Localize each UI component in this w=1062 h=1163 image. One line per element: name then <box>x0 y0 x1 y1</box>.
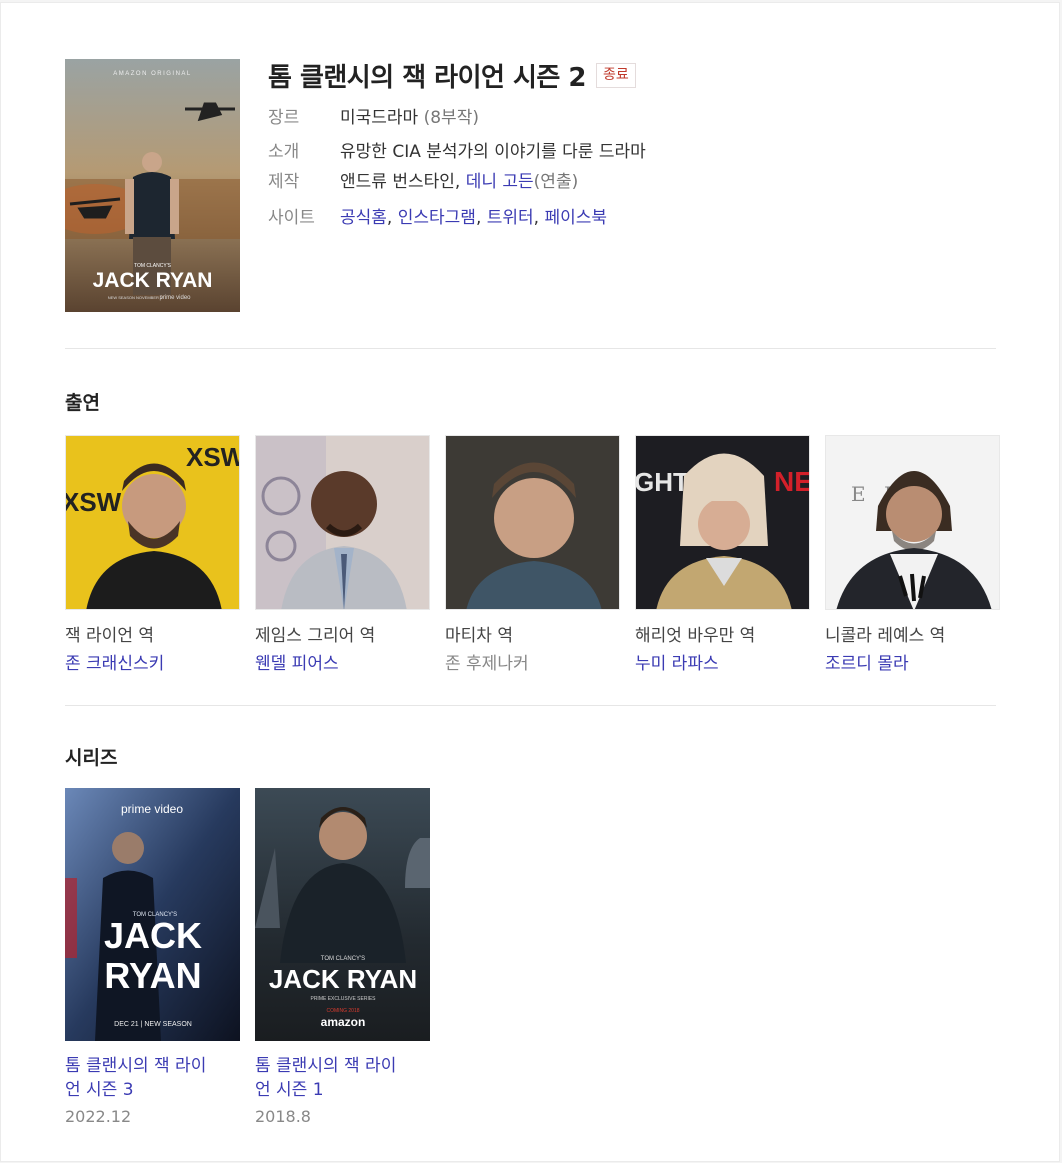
main-poster[interactable]: AMAZON ORIGINAL TOM CLANCY'S JACK RYAN N… <box>65 59 240 312</box>
svg-text:JACK RYAN: JACK RYAN <box>269 964 417 994</box>
series-title-link[interactable]: 톰 클랜시의 잭 라이 언 시즌 1 <box>255 1054 430 1102</box>
title-row: 톰 클랜시의 잭 라이언 시즌 2 종료 <box>268 57 636 94</box>
cast-actor-name: 존 후제나커 <box>445 654 529 674</box>
svg-text:prime video: prime video <box>159 295 191 301</box>
info-list: 장르 미국드라마 (8부작) 소개 유망한 CIA 분석가의 이야기를 다룬 드… <box>268 107 646 241</box>
director-link[interactable]: 데니 고든 <box>466 172 534 192</box>
site-label: 사이트 <box>268 208 315 228</box>
cast-actor-link[interactable]: 존 크래신스키 <box>65 652 240 676</box>
series-date: 2018.8 <box>255 1107 311 1126</box>
series-date: 2022.12 <box>65 1107 132 1126</box>
cast-role: 제임스 그리어 역 <box>255 626 376 646</box>
page-title: 톰 클랜시의 잭 라이언 시즌 2 <box>268 63 586 93</box>
cast-photo[interactable]: GHT NET <box>635 435 810 610</box>
facebook-link[interactable]: 페이스북 <box>544 208 607 228</box>
svg-text:AMAZON ORIGINAL: AMAZON ORIGINAL <box>113 71 192 77</box>
cast-actor-link[interactable]: 누미 라파스 <box>635 652 810 676</box>
status-badge: 종료 <box>595 63 636 88</box>
production-row: 제작 앤드류 번스타인, 데니 고든(연출) <box>268 171 646 207</box>
svg-text:NET: NET <box>774 466 810 497</box>
official-site-link[interactable]: 공식홈 <box>340 208 387 228</box>
svg-text:GHT: GHT <box>636 467 689 497</box>
cast-photo[interactable]: E R E <box>825 435 1000 610</box>
cast-item[interactable]: 제임스 그리어 역 웬델 피어스 <box>255 435 430 676</box>
svg-text:RYAN: RYAN <box>104 955 201 996</box>
series-poster[interactable]: prime video TOM CLANCY'S JACK RYAN DEC 2… <box>65 788 240 1041</box>
series-poster[interactable]: TOM CLANCY'S JACK RYAN PRIME EXCLUSIVE S… <box>255 788 430 1041</box>
cast-photo[interactable] <box>255 435 430 610</box>
svg-text:XSW: XSW <box>66 487 122 517</box>
svg-text:prime video: prime video <box>121 802 183 816</box>
svg-text:PRIME EXCLUSIVE SERIES: PRIME EXCLUSIVE SERIES <box>310 996 376 1002</box>
svg-text:DEC 21 | NEW SEASON: DEC 21 | NEW SEASON <box>114 1021 192 1028</box>
instagram-link[interactable]: 인스타그램 <box>398 208 476 228</box>
producer-name: 앤드류 번스타인 <box>340 172 455 192</box>
svg-text:NEW SEASON NOVEMBER 1: NEW SEASON NOVEMBER 1 <box>108 295 163 300</box>
site-links: 공식홈, 인스타그램, 트위터, 페이스북 <box>340 208 608 228</box>
production-value: 앤드류 번스타인, 데니 고든(연출) <box>340 172 579 192</box>
genre-row: 장르 미국드라마 (8부작) <box>268 107 646 141</box>
twitter-link[interactable]: 트위터 <box>487 208 534 228</box>
svg-text:amazon: amazon <box>321 1015 366 1029</box>
cast-photo[interactable]: XSW XSW <box>65 435 240 610</box>
cast-role: 잭 라이언 역 <box>65 626 155 646</box>
cast-role: 니콜라 레예스 역 <box>825 626 946 646</box>
intro-row: 소개 유망한 CIA 분석가의 이야기를 다룬 드라마 <box>268 141 646 175</box>
site-row: 사이트 공식홈, 인스타그램, 트위터, 페이스북 <box>268 207 646 241</box>
svg-text:JACK: JACK <box>104 915 202 956</box>
series-title-link[interactable]: 톰 클랜시의 잭 라이 언 시즌 3 <box>65 1054 240 1102</box>
svg-text:TOM CLANCY'S: TOM CLANCY'S <box>321 956 365 962</box>
cast-actor-link[interactable]: 웬델 피어스 <box>255 652 430 676</box>
cast-photo[interactable] <box>445 435 620 610</box>
cast-item[interactable]: 마티차 역 존 후제나커 <box>445 435 620 676</box>
genre-label: 장르 <box>268 108 300 128</box>
divider <box>65 348 996 349</box>
cast-item[interactable]: GHT NET 해리엇 바우만 역 누미 라파스 <box>635 435 810 676</box>
intro-value: 유망한 CIA 분석가의 이야기를 다룬 드라마 <box>340 142 646 162</box>
svg-text:COMING 2018: COMING 2018 <box>326 1008 359 1014</box>
series-list: prime video TOM CLANCY'S JACK RYAN DEC 2… <box>65 788 430 1126</box>
intro-label: 소개 <box>268 142 300 162</box>
production-label: 제작 <box>268 172 300 192</box>
series-item[interactable]: prime video TOM CLANCY'S JACK RYAN DEC 2… <box>65 788 240 1126</box>
cast-item[interactable]: XSW XSW 잭 라이언 역 존 크래신스키 <box>65 435 240 676</box>
divider <box>65 705 996 706</box>
series-item[interactable]: TOM CLANCY'S JACK RYAN PRIME EXCLUSIVE S… <box>255 788 430 1126</box>
cast-role: 마티차 역 <box>445 626 513 646</box>
cast-list: XSW XSW 잭 라이언 역 존 크래신스키 제임스 그리어 역 웬델 피어스… <box>65 435 1000 676</box>
cast-section-title: 출연 <box>65 392 100 414</box>
svg-text:XSW: XSW <box>186 442 240 472</box>
content-card: AMAZON ORIGINAL TOM CLANCY'S JACK RYAN N… <box>0 2 1060 1162</box>
series-section-title: 시리즈 <box>65 747 118 769</box>
genre-value: 미국드라마 (8부작) <box>340 108 479 128</box>
cast-item[interactable]: E R E 니콜라 레예스 역 조르디 몰라 <box>825 435 1000 676</box>
poster-art-image: AMAZON ORIGINAL TOM CLANCY'S JACK RYAN N… <box>65 59 240 312</box>
svg-text:JACK RYAN: JACK RYAN <box>93 269 213 292</box>
cast-role: 해리엇 바우만 역 <box>635 626 756 646</box>
cast-actor-link[interactable]: 조르디 몰라 <box>825 652 1000 676</box>
